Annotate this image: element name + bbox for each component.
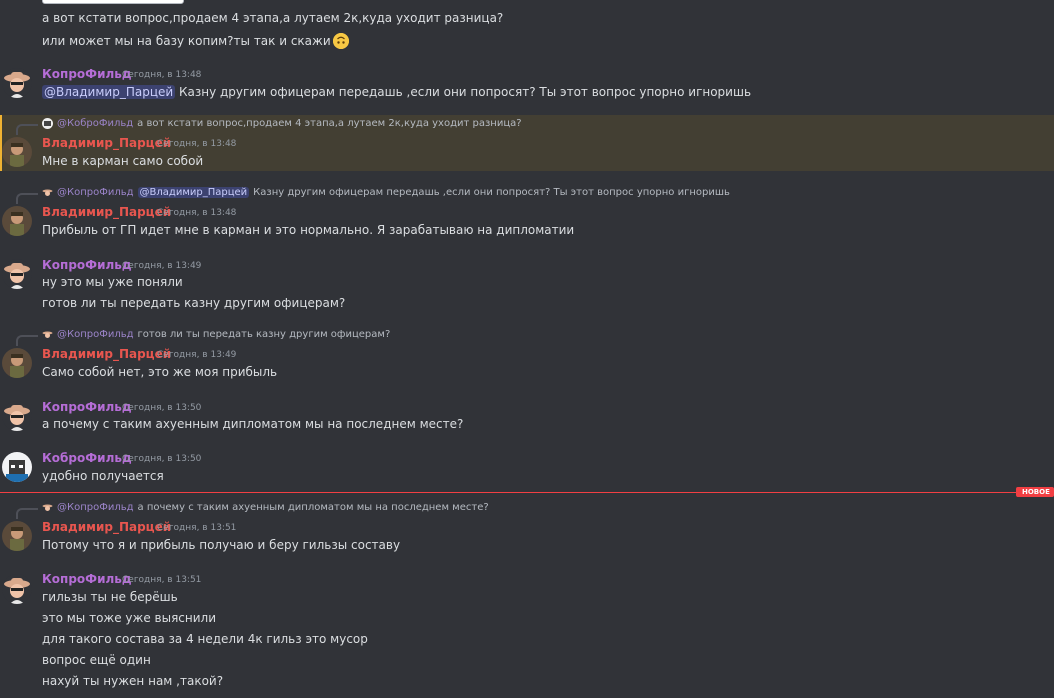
- message-line: Само собой нет, это же моя прибыль: [42, 365, 278, 379]
- avatar-kobro[interactable]: [2, 452, 32, 482]
- message-line: Мне в карман само собой: [42, 154, 204, 168]
- message-line: гильзы ты не берёшь: [42, 590, 178, 604]
- message-line: Потому что я и прибыль получаю и беру ги…: [42, 538, 401, 552]
- reply-avatar-icon: [42, 187, 53, 198]
- message-line: нахуй ты нужен нам ,такой?: [42, 674, 224, 688]
- timestamp: Сегодня, в 13:49: [122, 261, 202, 271]
- reply-spine: [16, 508, 38, 519]
- author-name[interactable]: Владимир_Парцей: [42, 347, 171, 361]
- reply-text[interactable]: готов ли ты передать казну другим офицер…: [138, 329, 391, 340]
- timestamp: Сегодня, в 13:49: [157, 350, 237, 360]
- avatar-vladimir[interactable]: [2, 348, 32, 378]
- reply-reference[interactable]: @КопроФильд а почему с таким ахуенным ди…: [42, 502, 489, 513]
- author-name[interactable]: КопроФильд: [42, 258, 132, 272]
- reply-spine: [16, 335, 38, 346]
- message-line: готов ли ты передать казну другим офицер…: [42, 296, 346, 310]
- avatar-kopro[interactable]: [2, 574, 32, 604]
- timestamp: Сегодня, в 13:50: [122, 454, 202, 464]
- reply-text[interactable]: Казну другим офицерам передашь ,если они…: [253, 187, 730, 198]
- author-name[interactable]: КоброФильд: [42, 451, 132, 465]
- avatar-vladimir[interactable]: [2, 206, 32, 236]
- message-line: Прибыль от ГП идет мне в карман и это но…: [42, 223, 575, 237]
- reply-spine: [16, 193, 38, 204]
- author-name[interactable]: Владимир_Парцей: [42, 136, 171, 150]
- timestamp: Сегодня, в 13:48: [157, 208, 237, 218]
- reply-author[interactable]: @КопроФильд: [57, 187, 134, 198]
- reply-author[interactable]: @КопроФильд: [57, 329, 134, 340]
- reply-avatar-icon: [42, 502, 53, 513]
- upside-down-face-emoji-icon: [332, 33, 349, 49]
- attachment-image-edge[interactable]: [42, 0, 184, 4]
- message-line: удобно получается: [42, 469, 164, 483]
- message-line: или может мы на базу копим?ты так и скаж…: [42, 33, 349, 49]
- timestamp: Сегодня, в 13:50: [122, 403, 202, 413]
- message-line: а почему с таким ахуенным дипломатом мы …: [42, 417, 464, 431]
- reply-author[interactable]: @КоброФильд: [57, 118, 133, 129]
- reply-text[interactable]: а вот кстати вопрос,продаем 4 этапа,а лу…: [137, 118, 521, 129]
- author-name[interactable]: Владимир_Парцей: [42, 520, 171, 534]
- message-line: ну это мы уже поняли: [42, 275, 183, 289]
- reply-avatar-icon: [42, 118, 53, 129]
- avatar-kopro[interactable]: [2, 68, 32, 98]
- reply-reference[interactable]: @КоброФильд а вот кстати вопрос,продаем …: [42, 118, 522, 129]
- message-text: или может мы на базу копим?ты так и скаж…: [42, 34, 331, 48]
- reply-avatar-icon: [42, 329, 53, 340]
- message-line: @Владимир_Парцей Казну другим офицерам п…: [42, 85, 751, 99]
- message-line: вопрос ещё один: [42, 653, 151, 667]
- new-messages-divider: [0, 492, 1020, 493]
- timestamp: Сегодня, в 13:48: [157, 139, 237, 149]
- author-name[interactable]: КопроФильд: [42, 572, 132, 586]
- reply-reference[interactable]: @КопроФильд @Владимир_Парцей Казну други…: [42, 187, 730, 198]
- message-line: а вот кстати вопрос,продаем 4 этапа,а лу…: [42, 11, 504, 25]
- message-line: для такого состава за 4 недели 4к гильз …: [42, 632, 368, 646]
- message-text: Казну другим офицерам передашь ,если они…: [175, 85, 752, 99]
- avatar-kopro[interactable]: [2, 259, 32, 289]
- timestamp: Сегодня, в 13:51: [122, 575, 202, 585]
- reply-mention[interactable]: @Владимир_Парцей: [137, 187, 250, 198]
- reply-text[interactable]: а почему с таким ахуенным дипломатом мы …: [138, 502, 489, 513]
- message-line: это мы тоже уже выяснили: [42, 611, 216, 625]
- avatar-kopro[interactable]: [2, 401, 32, 431]
- avatar-vladimir[interactable]: [2, 137, 32, 167]
- reply-spine: [16, 124, 38, 135]
- author-name[interactable]: Владимир_Парцей: [42, 205, 171, 219]
- avatar-vladimir[interactable]: [2, 521, 32, 551]
- author-name[interactable]: КопроФильд: [42, 400, 132, 414]
- timestamp: Сегодня, в 13:48: [122, 70, 202, 80]
- new-messages-badge: НОВОЕ: [1016, 487, 1054, 497]
- author-name[interactable]: КопроФильд: [42, 67, 132, 81]
- timestamp: Сегодня, в 13:51: [157, 523, 237, 533]
- reply-author[interactable]: @КопроФильд: [57, 502, 134, 513]
- reply-reference[interactable]: @КопроФильд готов ли ты передать казну д…: [42, 329, 390, 340]
- user-mention[interactable]: @Владимир_Парцей: [42, 85, 176, 99]
